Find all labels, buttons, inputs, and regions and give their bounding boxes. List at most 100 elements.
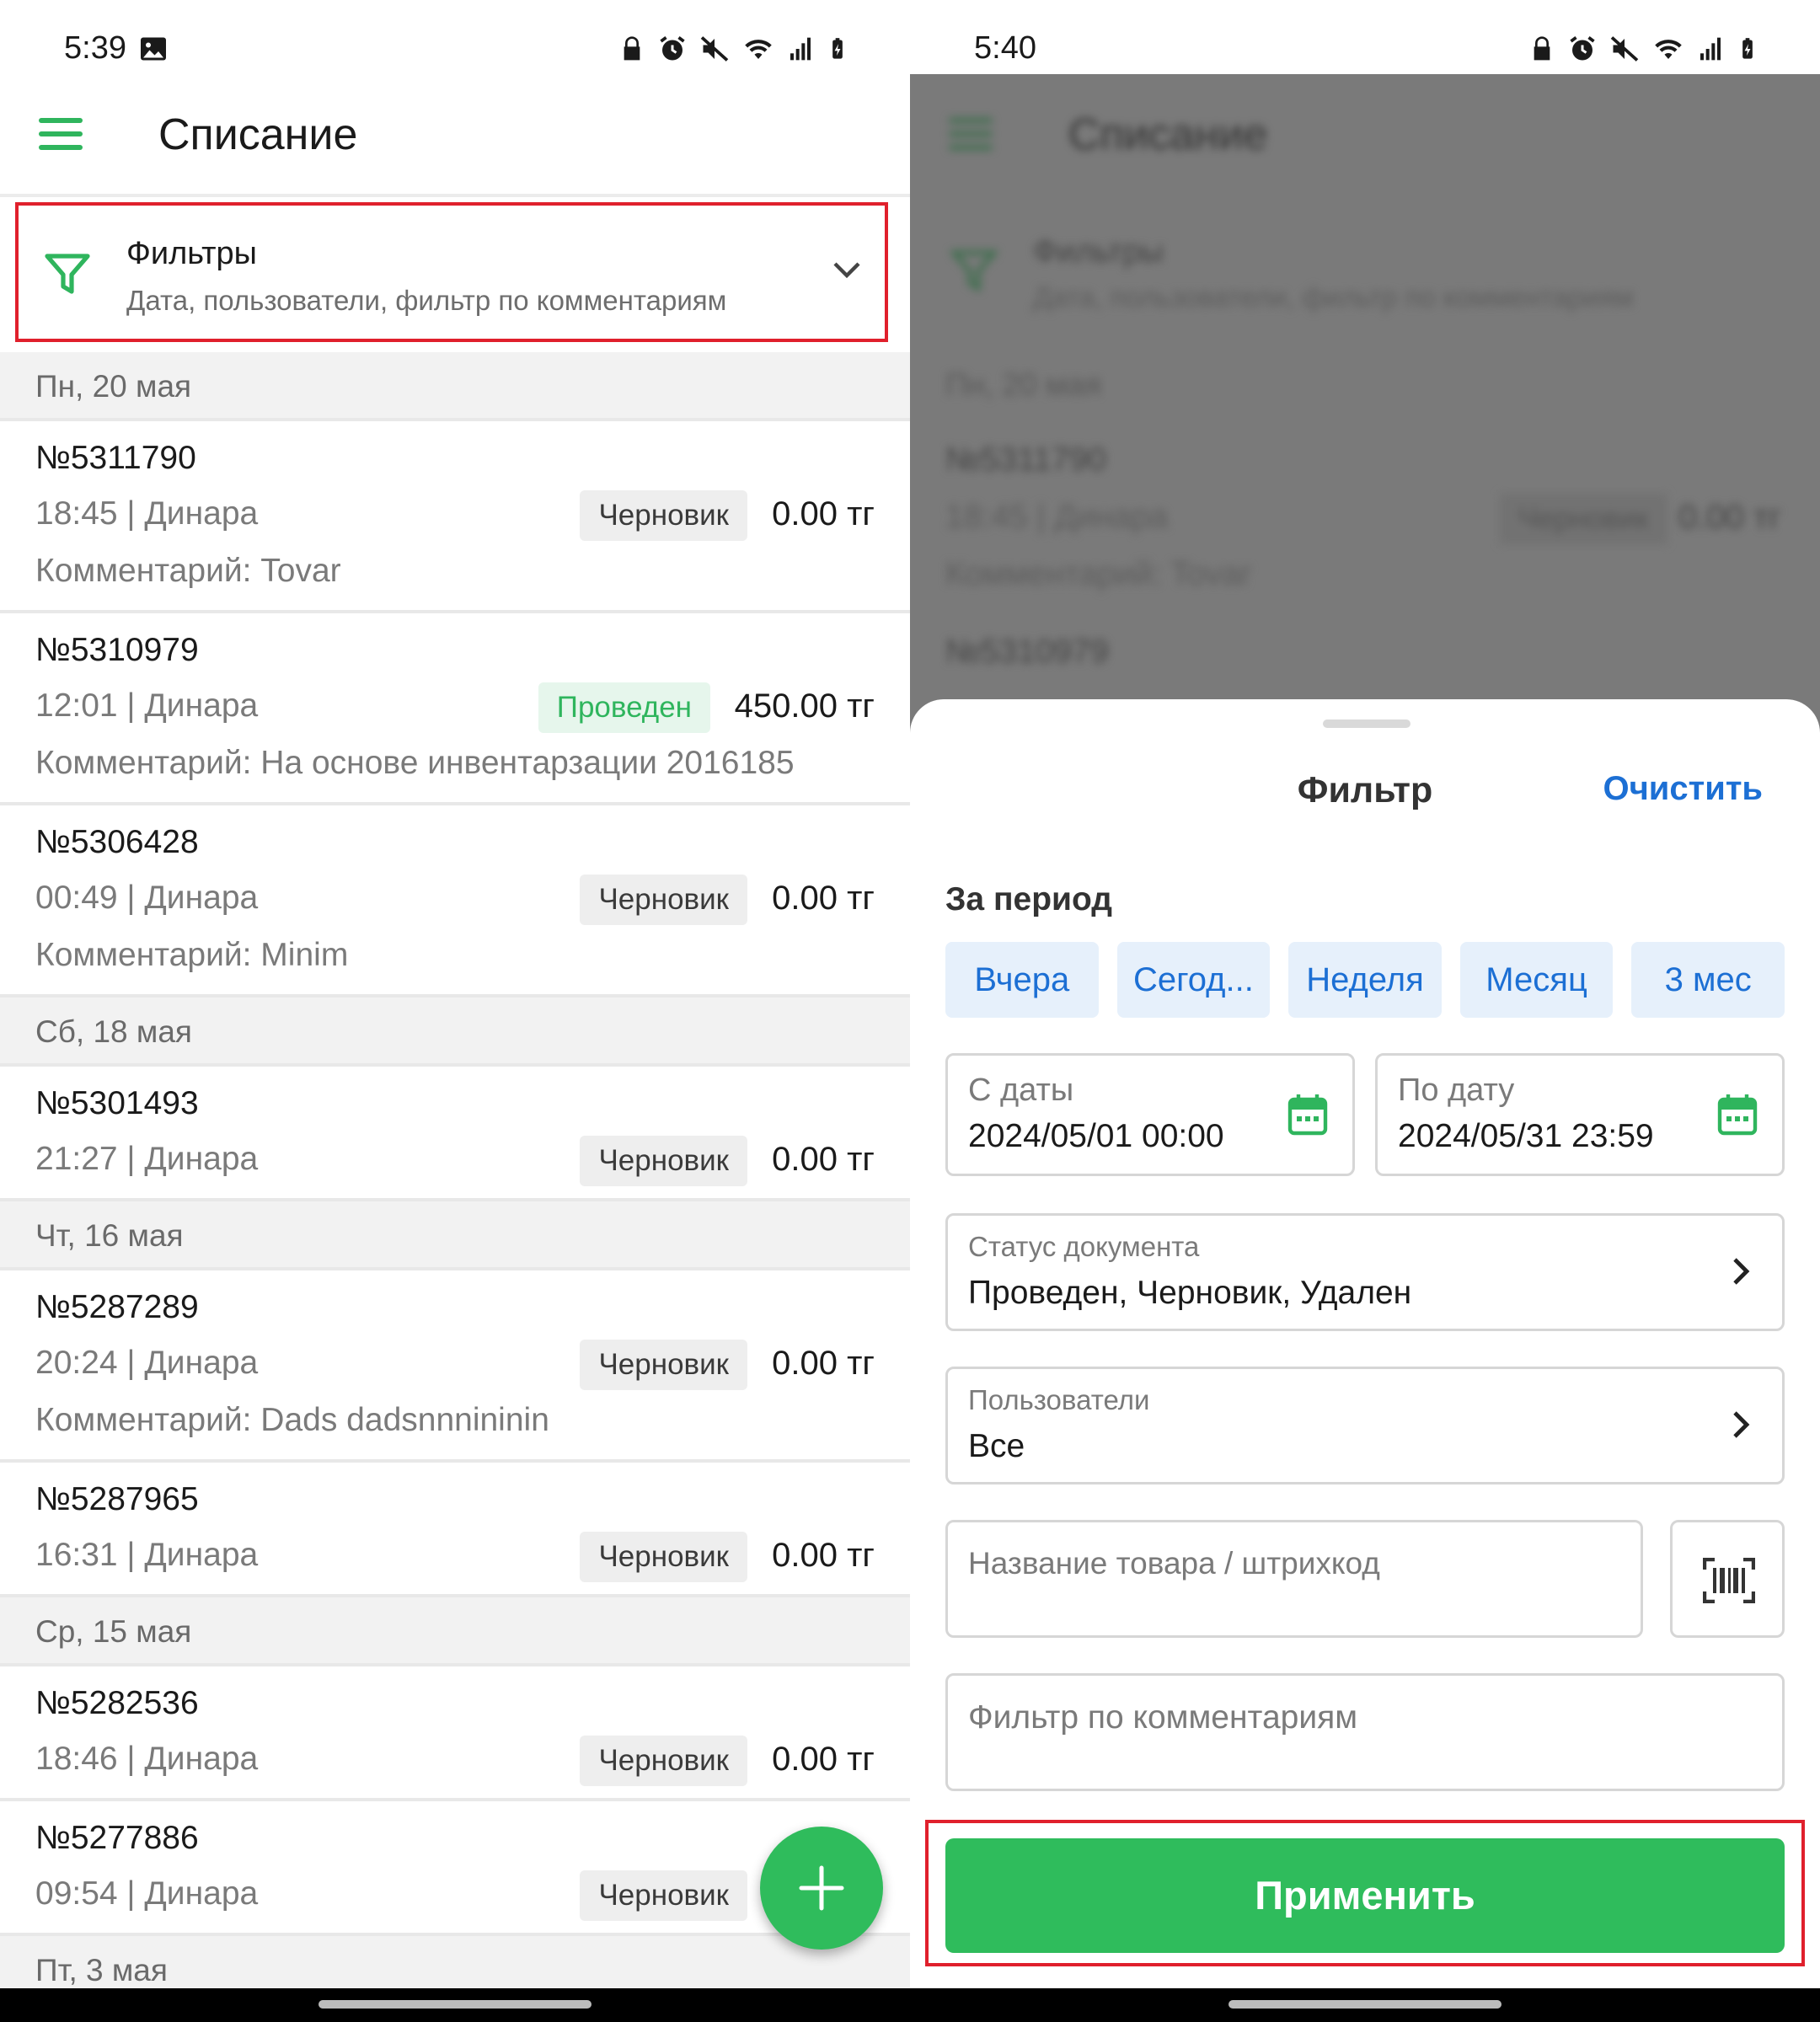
status-badge: Проведен — [538, 682, 710, 733]
status-time: 5:40 — [974, 30, 1036, 66]
navigation-bar — [910, 1988, 1820, 2022]
apply-button[interactable]: Применить — [945, 1838, 1785, 1953]
add-document-button[interactable] — [760, 1827, 883, 1950]
users-field-label: Пользователи — [968, 1384, 1150, 1415]
barcode-scan-button[interactable] — [1670, 1520, 1785, 1638]
list-item[interactable]: №5311790 18:45 | Динара Черновик 0.00 тг… — [0, 421, 910, 613]
day-header: Чт, 16 мая — [0, 1201, 910, 1270]
day-header: Пт, 3 мая — [0, 1936, 910, 1993]
doc-amount: 450.00 тг — [734, 687, 875, 725]
doc-meta: 16:31 | Динара — [35, 1537, 259, 1573]
lock-icon — [1528, 34, 1555, 64]
chip-week[interactable]: Неделя — [1288, 942, 1442, 1018]
doc-amount: 0.00 тг — [772, 1141, 875, 1178]
list-item[interactable]: №5282536 18:46 | Динара Черновик 0.00 тг — [0, 1666, 910, 1801]
doc-number: №5287289 — [35, 1289, 199, 1325]
status-field-label: Статус документа — [968, 1231, 1200, 1262]
chevron-right-icon — [1733, 1258, 1750, 1285]
filters-title: Фильтры — [1033, 234, 1164, 270]
mute-icon — [1609, 34, 1640, 64]
left-screen: 5:39 Списание Фильтры Дата, пользователи… — [0, 0, 910, 2022]
date-from-label: С даты — [968, 1073, 1074, 1108]
gallery-icon — [138, 34, 169, 64]
period-label: За период — [945, 881, 1113, 917]
document-status-field[interactable]: Статус документа Проведен, Черновик, Уда… — [945, 1213, 1785, 1331]
status-field-value: Проведен, Черновик, Удален — [968, 1275, 1412, 1311]
doc-number: №5306428 — [35, 824, 199, 860]
doc-meta: 18:46 | Динара — [35, 1741, 259, 1777]
date-to-label: По дату — [1398, 1073, 1515, 1108]
day-header: Пн, 20 мая — [945, 367, 1102, 402]
chip-yesterday[interactable]: Вчера — [945, 942, 1099, 1018]
signal-icon — [1697, 34, 1724, 64]
date-to-value: 2024/05/31 23:59 — [1398, 1118, 1654, 1154]
list-item[interactable]: №5287289 20:24 | Динара Черновик 0.00 тг… — [0, 1270, 910, 1463]
battery-icon — [1736, 34, 1759, 64]
calendar-icon[interactable] — [1716, 1093, 1758, 1137]
doc-number: №5282536 — [35, 1685, 199, 1721]
status-badge: Черновик — [580, 1870, 747, 1921]
menu-icon — [949, 118, 993, 150]
date-to-field[interactable]: По дату 2024/05/31 23:59 — [1375, 1053, 1785, 1176]
filters-subtitle: Дата, пользователи, фильтр по комментари… — [126, 285, 727, 316]
filter-icon — [45, 254, 90, 294]
clear-button[interactable]: Очистить — [1603, 770, 1763, 808]
doc-number: №5311790 — [945, 441, 1106, 478]
doc-meta: 20:24 | Динара — [35, 1345, 259, 1381]
day-header: Ср, 15 мая — [0, 1597, 910, 1666]
mute-icon — [699, 34, 730, 64]
users-field[interactable]: Пользователи Все — [945, 1367, 1785, 1484]
home-gesture-bar[interactable] — [1228, 2000, 1502, 2009]
doc-meta: 18:45 | Динара — [945, 499, 1169, 535]
comment-filter-placeholder: Фильтр по комментариям — [968, 1699, 1358, 1736]
right-screen: 5:40 Списание Фильтры Дата, пользователи… — [910, 0, 1820, 2022]
date-from-field[interactable]: С даты 2024/05/01 00:00 — [945, 1053, 1355, 1176]
doc-comment: Комментарий: Dads dadsnnnininin — [35, 1402, 549, 1438]
page-title: Списание — [1068, 110, 1268, 159]
list-item[interactable]: №5287965 16:31 | Динара Черновик 0.00 тг — [0, 1463, 910, 1597]
doc-amount: 0.00 тг — [772, 1345, 875, 1382]
chip-3-months[interactable]: 3 мес — [1631, 942, 1785, 1018]
product-search-input[interactable]: Название товара / штрихкод — [945, 1520, 1643, 1638]
menu-icon[interactable] — [39, 118, 83, 150]
list-item[interactable]: №5306428 00:49 | Динара Черновик 0.00 тг… — [0, 805, 910, 998]
day-header: Сб, 18 мая — [0, 998, 910, 1067]
status-time: 5:39 — [64, 30, 126, 66]
document-list: Пн, 20 мая №5311790 18:45 | Динара Черно… — [0, 352, 910, 1993]
doc-meta: 12:01 | Динара — [35, 687, 259, 724]
doc-comment: Комментарий: На основе инвентарзации 201… — [35, 745, 795, 781]
home-gesture-bar[interactable] — [318, 2000, 592, 2009]
chip-today[interactable]: Сегод... — [1116, 942, 1271, 1018]
status-badge: Черновик — [580, 1136, 747, 1186]
lock-icon — [618, 34, 645, 64]
drag-handle[interactable] — [1323, 719, 1410, 728]
day-header: Пн, 20 мая — [0, 352, 910, 421]
doc-meta: 18:45 | Динара — [35, 495, 259, 532]
list-item[interactable]: №5301493 21:27 | Динара Черновик 0.00 тг — [0, 1067, 910, 1201]
doc-comment: Комментарий: Tovar — [35, 553, 341, 589]
period-chips: Вчера Сегод... Неделя Месяц 3 мес — [945, 942, 1785, 1018]
filter-bottom-sheet: Фильтр Очистить За период Вчера Сегод...… — [910, 699, 1820, 1988]
date-from-value: 2024/05/01 00:00 — [968, 1118, 1224, 1154]
status-badge: Черновик — [1500, 494, 1667, 544]
list-item[interactable]: №5310979 12:01 | Динара Проведен 450.00 … — [0, 613, 910, 805]
calendar-icon[interactable] — [1287, 1093, 1329, 1137]
dimmed-background[interactable]: Списание Фильтры Дата, пользователи, фил… — [910, 74, 1820, 748]
chip-month[interactable]: Месяц — [1459, 942, 1614, 1018]
doc-comment: Комментарий: Tovar — [945, 556, 1251, 592]
product-search-placeholder: Название товара / штрихкод — [968, 1546, 1380, 1581]
status-icons — [618, 32, 849, 66]
doc-amount: 0.00 тг — [772, 880, 875, 917]
doc-amount: 0.00 тг — [1678, 499, 1781, 536]
doc-amount: 0.00 тг — [772, 1537, 875, 1574]
filters-panel[interactable]: Фильтры Дата, пользователи, фильтр по ко… — [15, 202, 888, 342]
comment-filter-input[interactable]: Фильтр по комментариям — [945, 1673, 1785, 1791]
doc-amount: 0.00 тг — [772, 1741, 875, 1778]
doc-amount: 0.00 тг — [772, 495, 875, 532]
wifi-icon — [1651, 34, 1685, 64]
app-bar: Списание — [0, 74, 910, 197]
doc-meta: 00:49 | Динара — [35, 880, 259, 916]
users-field-value: Все — [968, 1428, 1025, 1464]
alarm-icon — [1567, 34, 1598, 64]
battery-icon — [826, 34, 849, 64]
